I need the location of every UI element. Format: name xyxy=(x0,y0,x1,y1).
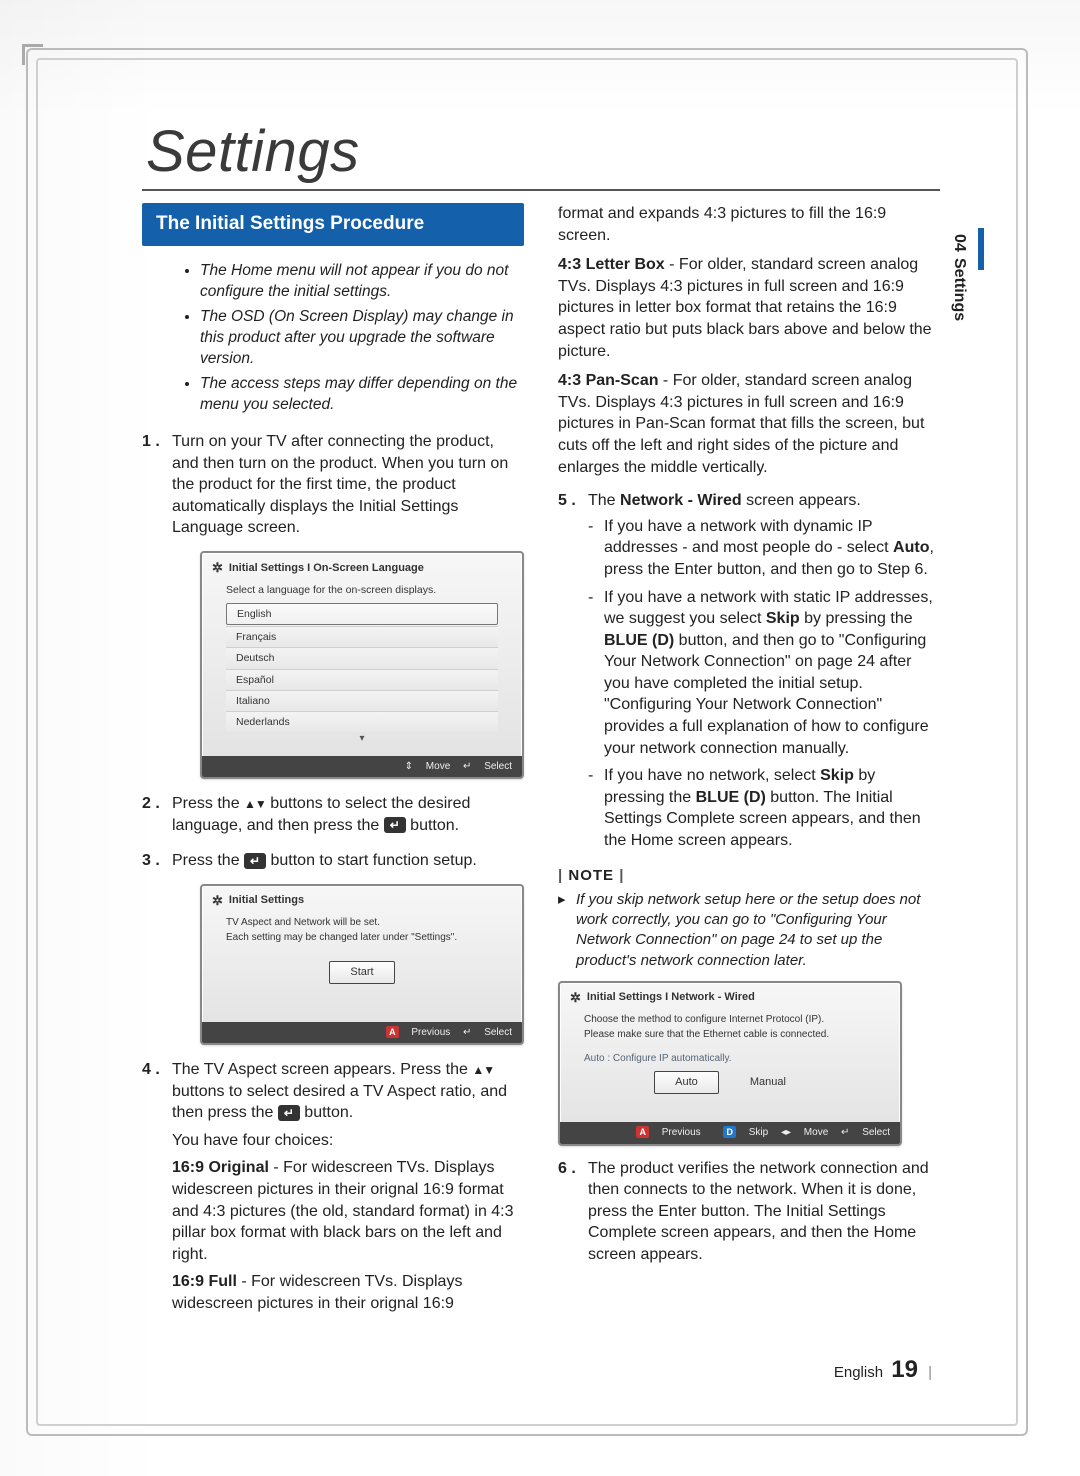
enter-button-icon xyxy=(244,853,266,869)
footer-move-hint: ⇕ Move xyxy=(405,761,451,772)
intro-note-item: The OSD (On Screen Display) may change i… xyxy=(200,307,524,370)
steps-list-continued-2: The product verifies the network connect… xyxy=(558,1158,940,1266)
footer-page-number: 19 xyxy=(891,1356,918,1383)
screenshot-footer: ⇕ Move ↵ Select xyxy=(202,756,522,778)
language-option[interactable]: Italiano xyxy=(226,690,498,711)
manual-button[interactable]: Manual xyxy=(730,1072,806,1093)
step-1: Turn on your TV after connecting the pro… xyxy=(142,431,524,779)
screenshot-instruction: Select a language for the on-screen disp… xyxy=(226,583,498,597)
language-option[interactable]: Español xyxy=(226,669,498,690)
footer-skip-hint: D Skip xyxy=(713,1127,768,1138)
footer-select-hint: ↵ Select xyxy=(841,1127,890,1138)
page-footer: English 19 xyxy=(834,1356,932,1384)
side-tab-accent xyxy=(978,228,984,270)
language-option[interactable]: Français xyxy=(226,626,498,647)
step-3: Press the button to start function setup… xyxy=(142,850,524,1045)
right-column: format and expands 4:3 pictures to fill … xyxy=(558,203,940,1329)
language-option-list: English Français Deutsch Español Italian… xyxy=(226,603,498,732)
start-button[interactable]: Start xyxy=(329,961,394,984)
steps-list-continued: The Network - Wired screen appears. If y… xyxy=(558,490,940,852)
auto-button[interactable]: Auto xyxy=(654,1071,719,1094)
screenshot-auto-info: Auto : Configure IP automatically. xyxy=(584,1052,876,1066)
page-title: Settings xyxy=(142,118,940,191)
enter-button-icon xyxy=(384,817,406,833)
screenshot-footer: A Previous D Skip ◂▸ Move ↵ Select xyxy=(560,1122,900,1144)
screenshot-line: Choose the method to configure Internet … xyxy=(584,1013,876,1027)
footer-select-hint: ↵ Select xyxy=(463,761,512,772)
screenshot-title: Initial Settings xyxy=(229,893,304,908)
red-a-key-icon: A xyxy=(386,1026,399,1038)
note-text: If you skip network setup here or the se… xyxy=(558,890,940,971)
intro-note-item: The access steps may differ depending on… xyxy=(200,374,524,416)
aspect-option: 16:9 Full - For widescreen TVs. Displays… xyxy=(172,1271,524,1314)
section-side-tab: 04 Settings xyxy=(950,228,974,321)
side-tab-number: 04 xyxy=(950,234,968,252)
screenshot-line: Each setting may be changed later under … xyxy=(226,931,498,945)
note-label: NOTE xyxy=(558,866,940,886)
screenshot-titlebar: Initial Settings xyxy=(202,886,522,914)
step-subtext: You have four choices: xyxy=(172,1130,524,1152)
red-a-key-icon: A xyxy=(636,1126,649,1138)
blue-d-key-icon: D xyxy=(723,1126,736,1138)
step-4: The TV Aspect screen appears. Press the … xyxy=(142,1059,524,1315)
aspect-option: 4:3 Pan-Scan - For older, standard scree… xyxy=(558,370,940,478)
screenshot-title: Initial Settings I On-Screen Language xyxy=(229,561,424,576)
screenshot-titlebar: Initial Settings I On-Screen Language xyxy=(202,553,522,581)
step-5-item: If you have no network, select Skip by p… xyxy=(588,765,940,851)
screenshot-initial-settings: Initial Settings TV Aspect and Network w… xyxy=(200,884,524,1045)
step-5: The Network - Wired screen appears. If y… xyxy=(558,490,940,852)
screenshot-titlebar: Initial Settings I Network - Wired xyxy=(560,983,900,1011)
step-6: The product verifies the network connect… xyxy=(558,1158,940,1266)
footer-move-hint: ◂▸ Move xyxy=(781,1127,828,1138)
screenshot-line: Please make sure that the Ethernet cable… xyxy=(584,1028,876,1042)
intro-note-item: The Home menu will not appear if you do … xyxy=(200,261,524,303)
gear-icon xyxy=(212,559,223,577)
footer-language: English xyxy=(834,1364,883,1381)
aspect-option: 4:3 Letter Box - For older, standard scr… xyxy=(558,254,940,362)
gear-icon xyxy=(212,892,223,910)
language-option[interactable]: English xyxy=(226,603,498,625)
scroll-down-icon: ▾ xyxy=(226,732,498,746)
steps-list: Turn on your TV after connecting the pro… xyxy=(142,431,524,1315)
screenshot-title: Initial Settings I Network - Wired xyxy=(587,990,755,1005)
screenshot-language: Initial Settings I On-Screen Language Se… xyxy=(200,551,524,779)
step-text: Turn on your TV after connecting the pro… xyxy=(172,433,508,536)
aspect-option: 16:9 Original - For widescreen TVs. Disp… xyxy=(172,1157,524,1265)
step-5-item: If you have a network with static IP add… xyxy=(588,587,940,760)
footer-previous-hint: A Previous xyxy=(626,1127,700,1138)
up-down-arrows-icon xyxy=(472,1061,494,1078)
step-5-sublist: If you have a network with dynamic IP ad… xyxy=(588,516,940,852)
enter-button-icon xyxy=(278,1105,300,1121)
page-content: Settings The Initial Settings Procedure … xyxy=(142,118,940,1396)
footer-previous-hint: A Previous xyxy=(376,1027,450,1038)
gear-icon xyxy=(570,989,581,1007)
aspect-option-continued: format and expands 4:3 pictures to fill … xyxy=(558,203,940,246)
step-2: Press the buttons to select the desired … xyxy=(142,793,524,836)
screenshot-network-wired: Initial Settings I Network - Wired Choos… xyxy=(558,981,902,1146)
up-down-arrows-icon xyxy=(244,795,266,812)
section-header: The Initial Settings Procedure xyxy=(142,203,524,246)
footer-select-hint: ↵ Select xyxy=(463,1027,512,1038)
intro-note-list: The Home menu will not appear if you do … xyxy=(142,261,524,415)
step-text: The product verifies the network connect… xyxy=(588,1160,929,1263)
language-option[interactable]: Nederlands xyxy=(226,711,498,732)
screenshot-line: TV Aspect and Network will be set. xyxy=(226,916,498,930)
left-column: The Initial Settings Procedure The Home … xyxy=(142,203,524,1329)
language-option[interactable]: Deutsch xyxy=(226,647,498,668)
side-tab-label: Settings xyxy=(950,258,968,321)
step-5-item: If you have a network with dynamic IP ad… xyxy=(588,516,940,581)
screenshot-footer: A Previous ↵ Select xyxy=(202,1022,522,1044)
